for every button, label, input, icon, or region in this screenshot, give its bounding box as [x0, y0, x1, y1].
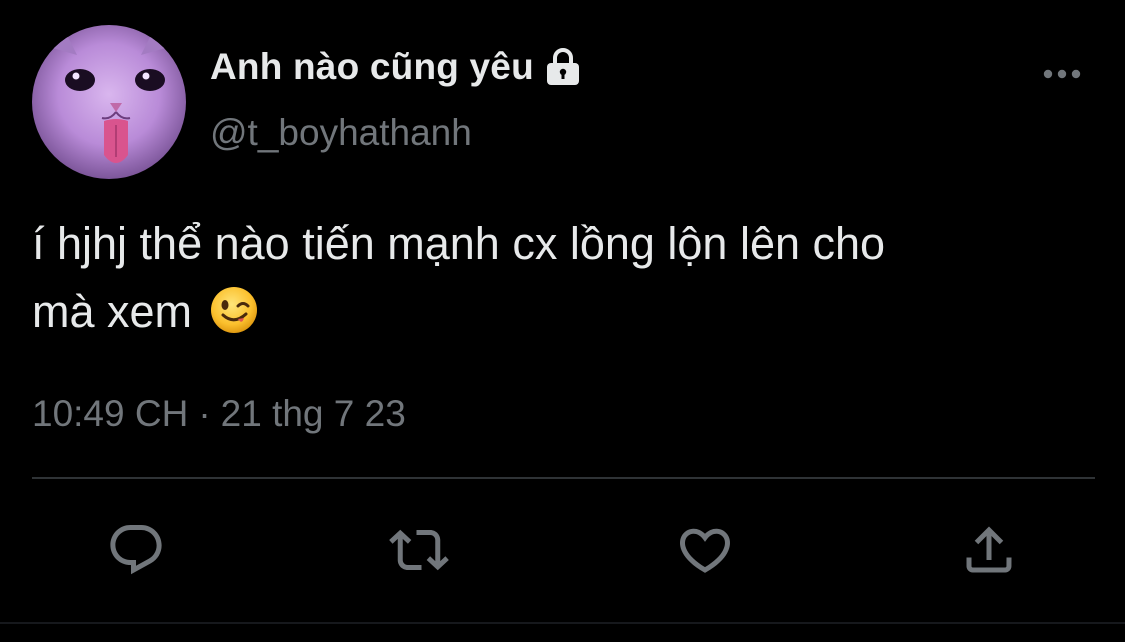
tweet-card: Anh nào cũng yêu @t_boyhathanh í hjhj th… [0, 0, 1125, 642]
tweet-date: 21 thg 7 23 [220, 393, 406, 434]
share-button[interactable] [954, 515, 1024, 585]
avatar[interactable] [32, 25, 186, 179]
reply-icon [110, 525, 162, 575]
winking-face-emoji [209, 285, 259, 335]
reply-button[interactable] [101, 515, 171, 585]
tweet-text: í hjhj thể nào tiến mạnh cx lồng lộn lên… [32, 210, 1117, 346]
retweet-button[interactable] [384, 515, 454, 585]
like-button[interactable] [670, 515, 740, 585]
bottom-divider [0, 622, 1125, 624]
tweet-text-line-1: í hjhj thể nào tiến mạnh cx lồng lộn lên… [32, 218, 886, 269]
share-icon [966, 526, 1012, 573]
action-bar [0, 515, 1125, 585]
heart-icon [679, 528, 731, 573]
divider [32, 477, 1095, 479]
cat-avatar-image [32, 25, 186, 179]
retweet-icon [389, 529, 449, 571]
display-name[interactable]: Anh nào cũng yêu [210, 46, 534, 88]
tweet-timestamp[interactable]: 10:49 CH · 21 thg 7 23 [32, 393, 406, 435]
tweet-time: 10:49 CH [32, 393, 189, 434]
tweet-text-line-2: mà xem [32, 278, 1117, 346]
lock-icon [542, 46, 584, 88]
more-horizontal-icon[interactable] [1040, 60, 1084, 88]
display-name-row: Anh nào cũng yêu [210, 44, 584, 90]
user-handle[interactable]: @t_boyhathanh [210, 112, 472, 154]
meta-separator: · [198, 393, 211, 434]
tweet-text-line-2-text: mà xem [32, 286, 193, 337]
